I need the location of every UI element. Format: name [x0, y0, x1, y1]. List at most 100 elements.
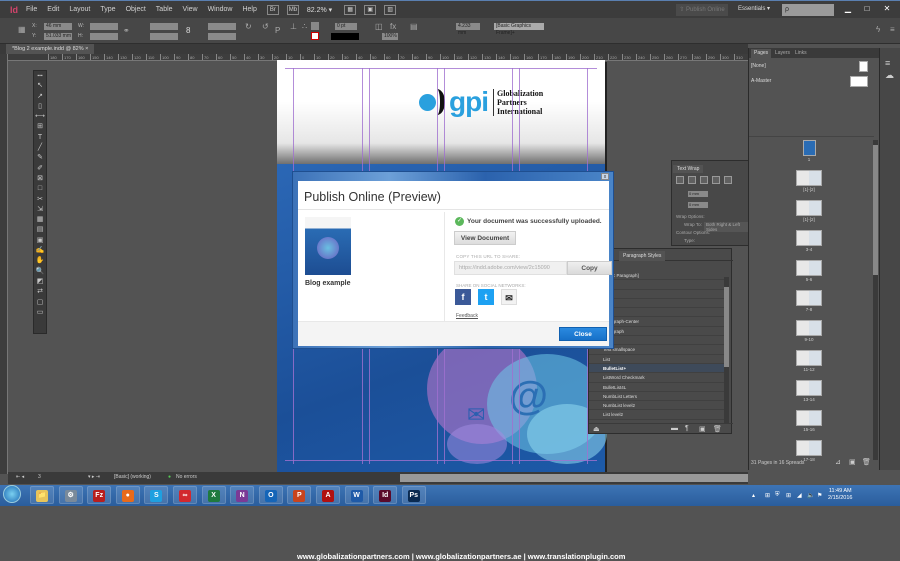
lightning-icon[interactable]: ϟ: [876, 25, 880, 34]
spread-thumbnail[interactable]: [796, 290, 822, 306]
security-tray-icon[interactable]: ⛨: [775, 492, 780, 499]
scale-x-field[interactable]: [150, 23, 178, 30]
tool-8[interactable]: ✐: [34, 164, 46, 174]
jump-next-column-icon[interactable]: [724, 176, 732, 184]
next-page-icon[interactable]: ▾ ▸ ⇥: [88, 474, 100, 480]
height-field[interactable]: [90, 33, 118, 40]
preflight-status[interactable]: No errors: [176, 474, 197, 480]
page-spread[interactable]: [1]-[2]: [789, 170, 829, 200]
tool-14[interactable]: ▤: [34, 225, 46, 235]
tool-22[interactable]: ▭: [34, 308, 46, 318]
dialog-close-icon[interactable]: x: [601, 173, 609, 180]
master-none-label[interactable]: [None]: [751, 63, 766, 69]
text-wrap-icon[interactable]: ▤: [410, 22, 418, 31]
tool-13[interactable]: ▦: [34, 215, 46, 225]
menu-window[interactable]: Window: [208, 6, 233, 13]
menu-edit[interactable]: Edit: [47, 6, 59, 13]
twitter-share-button[interactable]: t: [478, 289, 494, 305]
system-clock[interactable]: 11:49 AM 2/15/2016: [828, 488, 852, 502]
taskbar-skype[interactable]: S: [144, 486, 169, 504]
tool-19[interactable]: ◩: [34, 277, 46, 287]
tool-16[interactable]: ✍: [34, 246, 46, 256]
paragraph-style-item[interactable]: BulletList4L: [589, 383, 725, 392]
spread-thumbnail[interactable]: [802, 140, 816, 156]
paragraph-style-item[interactable]: List level2: [589, 410, 725, 420]
delete-style-icon[interactable]: 🗑: [713, 425, 722, 433]
page-spread[interactable]: 13-14: [789, 380, 829, 410]
toolbox-grip[interactable]: ▪▪▪: [34, 71, 46, 81]
cc-libraries-icon[interactable]: ☁: [885, 70, 894, 81]
help-search-input[interactable]: ρ: [782, 4, 834, 16]
tool-4[interactable]: ⊞: [34, 122, 46, 132]
menu-type[interactable]: Type: [100, 6, 115, 13]
menu-object[interactable]: Object: [126, 6, 146, 13]
taskbar-creative-cloud[interactable]: ∞: [173, 486, 197, 504]
page-spread[interactable]: [1]-[2]: [789, 200, 829, 230]
constrain-proportions-icon[interactable]: ⚭: [123, 26, 130, 35]
show-hidden-icons[interactable]: ▴: [752, 492, 755, 499]
fill-swatch[interactable]: [311, 22, 319, 30]
tool-5[interactable]: T: [34, 133, 46, 143]
taskbar-firefox[interactable]: ●: [115, 486, 140, 504]
menu-table[interactable]: Table: [156, 6, 173, 13]
taskbar-network[interactable]: ⚙: [58, 486, 83, 504]
share-url-field[interactable]: https://indd.adobe.com/view/2c15090: [454, 261, 567, 275]
reference-point-icon[interactable]: ▦: [18, 25, 26, 34]
top-offset-field[interactable]: 0 mm: [688, 191, 708, 197]
page-spread[interactable]: 11-12: [789, 350, 829, 380]
view-document-button[interactable]: View Document: [454, 231, 516, 245]
stroke-weight-field[interactable]: 0 pt: [335, 23, 357, 30]
page-spread[interactable]: 9-10: [789, 320, 829, 350]
stroke-type-select[interactable]: [331, 33, 359, 40]
select-content-icon[interactable]: ∴: [302, 22, 307, 31]
taskbar-filezilla[interactable]: Fz: [87, 486, 112, 504]
windows-tray-icon[interactable]: ⊞: [786, 492, 791, 499]
width-field[interactable]: [90, 23, 118, 30]
stroke-swatch[interactable]: [311, 32, 319, 40]
volume-tray-icon[interactable]: 🔈: [807, 492, 814, 499]
tab-paragraph-styles[interactable]: Paragraph Styles: [619, 251, 666, 261]
zoom-level-select[interactable]: 82.2% ▾: [307, 6, 332, 14]
tool-12[interactable]: ⇲: [34, 205, 46, 215]
publish-online-button[interactable]: ⇧ Publish Online: [676, 4, 728, 16]
page-size-icon[interactable]: ⊿: [835, 458, 841, 466]
document-tab[interactable]: *Blog 2 example.indd @ 82% ×: [6, 44, 95, 54]
page-spread[interactable]: 15-16: [789, 410, 829, 440]
page-spread[interactable]: 1: [789, 140, 829, 170]
minibridge-button[interactable]: Mb: [286, 4, 299, 15]
pages-scrollbar[interactable]: [873, 140, 878, 460]
tool-7[interactable]: ✎: [34, 153, 46, 163]
tool-0[interactable]: ↖: [34, 81, 46, 91]
taskbar-photoshop[interactable]: Ps: [401, 486, 426, 504]
tool-11[interactable]: ✂: [34, 195, 46, 205]
first-page-icon[interactable]: ⇤ ◂: [16, 474, 24, 480]
delete-page-icon[interactable]: 🗑: [862, 458, 871, 466]
clear-overrides-icon[interactable]: ⏏: [593, 425, 600, 433]
taskbar-excel[interactable]: X: [201, 486, 226, 504]
flip-icon[interactable]: ↺: [262, 22, 269, 31]
select-container-icon[interactable]: ⊥: [290, 22, 297, 31]
taskbar-word[interactable]: W: [344, 486, 369, 504]
tool-17[interactable]: ✋: [34, 256, 46, 266]
minimize-button[interactable]: ▁: [839, 3, 857, 15]
jump-object-icon[interactable]: [712, 176, 720, 184]
tool-3[interactable]: ⟷: [34, 112, 46, 122]
close-window-button[interactable]: ✕: [878, 3, 896, 15]
tool-2[interactable]: ▯: [34, 102, 46, 112]
bottom-offset-field[interactable]: 0 mm: [688, 202, 708, 208]
menu-layout[interactable]: Layout: [69, 6, 90, 13]
horizontal-scrollbar[interactable]: [400, 474, 748, 482]
arrange-documents-icon[interactable]: ▥: [384, 4, 397, 15]
tab-pages[interactable]: Pages: [751, 49, 772, 58]
new-group-icon[interactable]: ▬: [671, 425, 678, 432]
copy-button[interactable]: Copy: [567, 261, 612, 275]
shear-field[interactable]: [208, 33, 236, 40]
vertical-ruler[interactable]: [0, 54, 8, 474]
spread-thumbnail[interactable]: [796, 230, 822, 246]
tool-6[interactable]: ╱: [34, 143, 46, 153]
no-wrap-icon[interactable]: [676, 176, 684, 184]
scrollbar-thumb[interactable]: [873, 145, 878, 275]
screen-mode-icon[interactable]: ▣: [364, 4, 377, 15]
wrap-bounding-box-icon[interactable]: [688, 176, 696, 184]
tab-links[interactable]: Links: [795, 49, 807, 57]
